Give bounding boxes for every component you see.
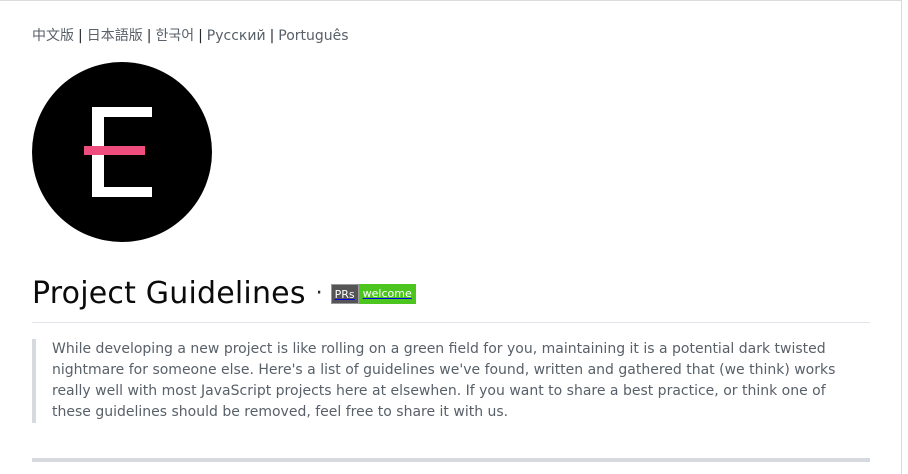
- badge-label: PRs: [330, 283, 359, 304]
- logo-letter-e-top: [92, 107, 152, 117]
- title-dot: ·: [315, 281, 323, 306]
- elsewhen-logo: [32, 62, 212, 242]
- lang-link-chinese[interactable]: 中文版: [32, 28, 74, 44]
- section-divider: [32, 458, 870, 462]
- heading-divider: [32, 322, 870, 323]
- lang-link-portuguese[interactable]: Português: [278, 28, 348, 44]
- intro-text: While developing a new project is like r…: [52, 341, 836, 420]
- lang-link-russian[interactable]: Русский: [207, 28, 266, 44]
- language-links: 中文版 | 日本語版 | 한국어 | Русский | Português: [32, 25, 349, 45]
- lang-link-korean[interactable]: 한국어: [155, 28, 194, 44]
- heading-row: Project Guidelines · PRs welcome: [32, 276, 416, 311]
- separator: |: [269, 28, 275, 44]
- separator: |: [198, 28, 203, 44]
- badge-value: welcome: [358, 283, 416, 304]
- intro-blockquote: While developing a new project is like r…: [32, 339, 852, 423]
- separator: |: [146, 28, 152, 44]
- separator: |: [78, 28, 83, 44]
- page-title: Project Guidelines: [32, 276, 306, 311]
- logo-accent-bar: [84, 146, 145, 155]
- lang-link-japanese[interactable]: 日本語版: [87, 28, 143, 44]
- logo-letter-e-bottom: [92, 187, 152, 197]
- prs-welcome-badge[interactable]: PRs welcome: [330, 283, 416, 304]
